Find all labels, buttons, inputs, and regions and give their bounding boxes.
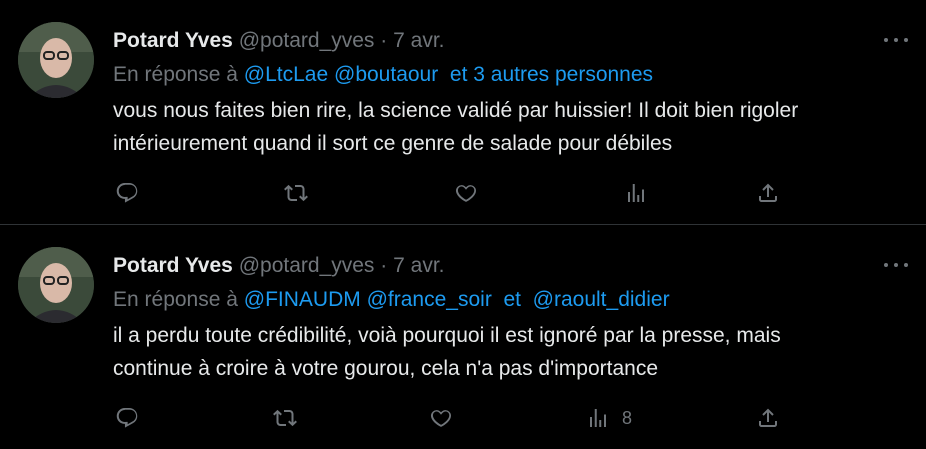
mention-link[interactable]: @france_soir [367,288,492,311]
reply-icon [116,183,138,203]
share-button[interactable] [756,403,780,433]
more-dots-icon[interactable] [884,255,908,275]
more-dots-icon[interactable] [884,30,908,50]
tweet-header: Potard Yves @potard_yves · 7 avr. [113,253,445,279]
like-button[interactable] [454,178,478,208]
share-icon [759,408,777,427]
mention-link[interactable]: @boutaour [334,63,438,86]
views-button[interactable]: 8 [586,403,632,433]
views-button[interactable] [624,178,660,208]
mention-link[interactable]: @raoult_didier [533,288,670,311]
tweet-date[interactable]: 7 avr. [393,29,444,52]
author-name[interactable]: Potard Yves [113,254,233,277]
avatar-photo [18,22,94,98]
like-icon [430,410,452,427]
avatar[interactable] [18,247,94,323]
mention-link[interactable]: @FINAUDM [244,288,361,311]
tweet-header: Potard Yves @potard_yves · 7 avr. [113,28,445,54]
others-link[interactable]: et 3 autres personnes [450,63,653,86]
avatar[interactable] [18,22,94,98]
retweet-icon [273,409,297,427]
reply-button[interactable] [115,403,139,433]
views-count: 8 [622,407,633,428]
tweet-actions: 8 [0,403,926,433]
tweet-actions [0,178,926,208]
retweet-icon [284,184,308,202]
mention-link[interactable]: @LtcLae [244,63,328,86]
retweet-button[interactable] [273,403,297,433]
separator: · [380,254,388,277]
tweet-text-line: continue à croire à votre gourou, cela n… [113,357,659,380]
reply-button[interactable] [115,178,139,208]
author-handle[interactable]: @potard_yves [239,254,375,277]
tweet-date[interactable]: 7 avr. [393,254,444,277]
separator: · [380,29,388,52]
like-button[interactable] [429,403,453,433]
tweet-text: il a perdu toute crédibilité, voià pourq… [113,319,913,385]
tweet-text-line: vous nous faites bien rire, la science v… [113,99,799,122]
tweet-text-line: il a perdu toute crédibilité, voià pourq… [113,324,781,347]
tweet[interactable]: Potard Yves @potard_yves · 7 avr. En rép… [0,224,926,449]
reply-prefix: En réponse à [113,63,238,86]
views-icon [628,184,644,202]
tweet-text: vous nous faites bien rire, la science v… [113,94,913,160]
reply-context: En réponse à @LtcLae @boutaour et 3 autr… [113,62,653,88]
views-icon [590,409,606,427]
share-button[interactable] [756,178,780,208]
tweet-text-line: intérieurement quand il sort ce genre de… [113,132,673,155]
share-icon [759,183,777,202]
author-name[interactable]: Potard Yves [113,29,233,52]
reply-context: En réponse à @FINAUDM @france_soir et @r… [113,287,670,313]
mention-conjunction: et [503,288,521,311]
author-handle[interactable]: @potard_yves [239,29,375,52]
reply-prefix: En réponse à [113,288,238,311]
reply-icon [116,408,138,428]
like-icon [455,185,477,202]
tweet[interactable]: Potard Yves @potard_yves · 7 avr. En rép… [0,0,926,224]
retweet-button[interactable] [284,178,308,208]
avatar-photo [18,247,94,323]
